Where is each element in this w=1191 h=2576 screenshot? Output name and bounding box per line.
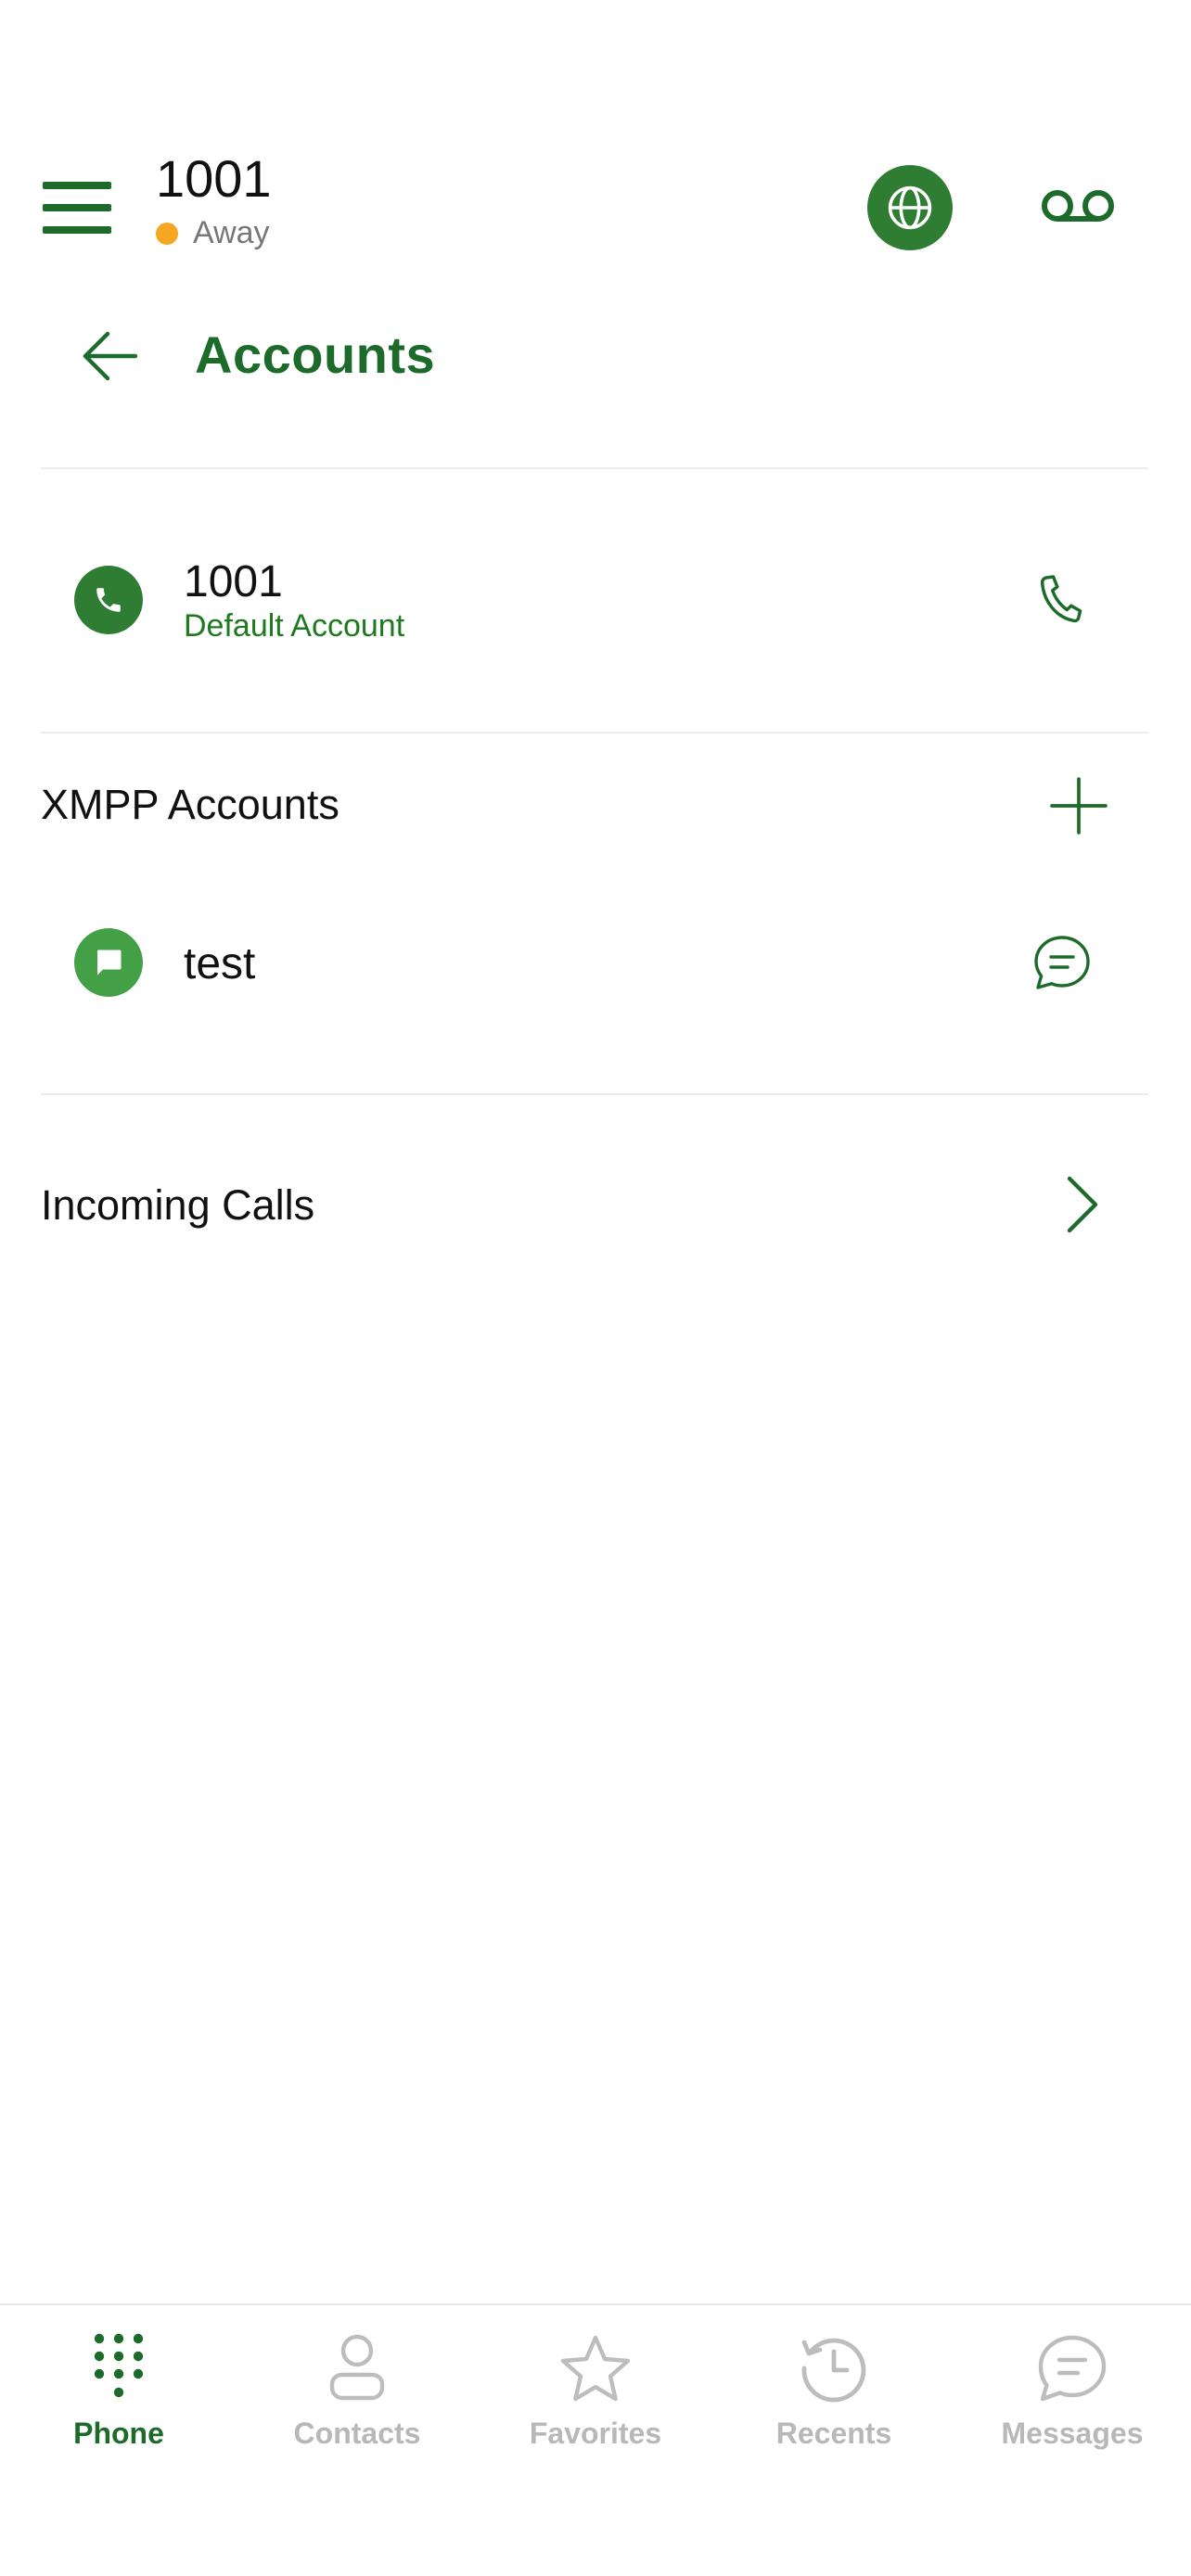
incoming-calls-label: Incoming Calls	[41, 1181, 315, 1229]
page-title: Accounts	[195, 325, 436, 384]
chat-icon	[1035, 2331, 1109, 2405]
nav-label-phone: Phone	[73, 2417, 164, 2450]
voicemail-button[interactable]	[1041, 182, 1115, 230]
sip-account-name[interactable]: 1001	[184, 556, 283, 607]
menu-icon[interactable]	[43, 182, 111, 234]
message-icon	[97, 950, 122, 976]
dialpad-icon	[82, 2331, 156, 2405]
phone-icon	[96, 588, 121, 612]
nav-tab-messages[interactable]: Messages	[954, 2331, 1191, 2480]
sip-account-call-button[interactable]	[1031, 567, 1091, 634]
xmpp-account-name[interactable]: test	[184, 938, 255, 989]
sip-account-icon-badge	[74, 566, 143, 634]
nav-tab-contacts[interactable]: Contacts	[238, 2331, 476, 2480]
voicemail-icon	[1042, 190, 1114, 222]
chevron-right-icon	[1059, 1174, 1106, 1235]
globe-button[interactable]	[867, 165, 953, 250]
nav-tab-phone[interactable]: Phone	[0, 2331, 237, 2480]
divider	[41, 732, 1148, 733]
presence-status[interactable]: Away	[156, 215, 270, 251]
default-account-label: Default Account	[184, 608, 405, 644]
nav-tab-favorites[interactable]: Favorites	[477, 2331, 714, 2480]
nav-tab-recents[interactable]: Recents	[715, 2331, 953, 2480]
chat-bubble-icon	[1034, 936, 1090, 989]
person-icon	[320, 2331, 394, 2405]
bottom-navigation: Phone Contacts Favorites Recents Message…	[0, 2303, 1191, 2576]
xmpp-section-title: XMPP Accounts	[41, 781, 339, 828]
globe-icon	[888, 185, 932, 230]
arrow-left-icon	[83, 331, 138, 381]
plus-icon	[1050, 777, 1108, 835]
phone-outline-icon	[1040, 575, 1082, 623]
nav-label-contacts: Contacts	[293, 2417, 421, 2450]
incoming-calls-row[interactable]: Incoming Calls	[41, 1170, 1148, 1244]
add-xmpp-account-button[interactable]	[1048, 775, 1109, 836]
nav-label-favorites: Favorites	[529, 2417, 662, 2450]
status-text: Away	[193, 215, 270, 250]
accounts-screen: 1001 Away Accounts 1001 Default Account …	[0, 0, 1191, 2576]
star-icon	[558, 2331, 633, 2405]
divider	[41, 1093, 1148, 1095]
xmpp-account-chat-button[interactable]	[1030, 933, 1095, 992]
history-icon	[797, 2331, 871, 2405]
xmpp-account-icon-badge	[74, 928, 143, 997]
status-dot-icon	[156, 222, 178, 245]
nav-label-messages: Messages	[1001, 2417, 1144, 2450]
back-button[interactable]	[78, 326, 141, 386]
header-account-name[interactable]: 1001	[156, 148, 272, 209]
nav-label-recents: Recents	[775, 2417, 892, 2450]
divider	[41, 467, 1148, 469]
